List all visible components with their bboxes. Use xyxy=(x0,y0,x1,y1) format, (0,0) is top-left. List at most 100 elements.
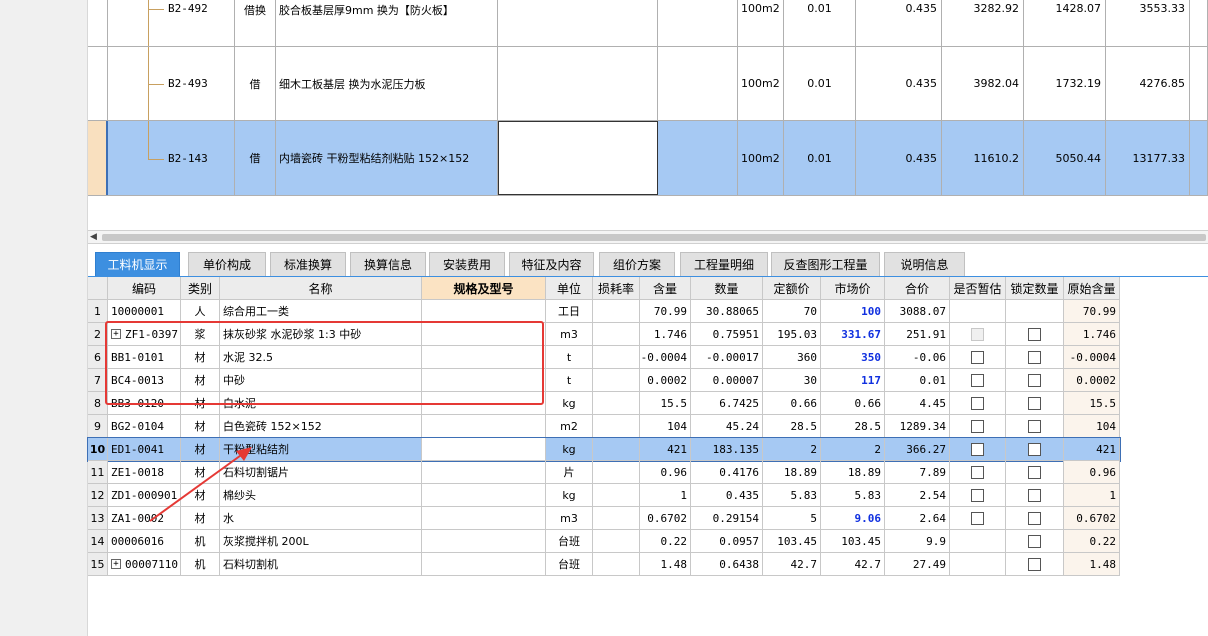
cell-lock xyxy=(1006,346,1064,369)
header-name[interactable]: 名称 xyxy=(220,277,422,300)
tab-unit-price[interactable]: 单价构成 xyxy=(188,252,266,277)
tab-quantity-detail[interactable]: 工程量明细 xyxy=(680,252,768,277)
tab-resource-display[interactable]: 工料机显示 xyxy=(95,252,180,277)
market-value: 18.89 xyxy=(847,465,881,479)
cell-spec[interactable] xyxy=(422,461,546,484)
cell-spec[interactable] xyxy=(422,553,546,576)
provisional-checkbox[interactable] xyxy=(971,350,984,364)
unit-value: 台班 xyxy=(558,558,580,571)
quota-v2-cell: 1428.07 xyxy=(1024,0,1106,46)
cell-no: 2 xyxy=(88,323,108,346)
header-code[interactable]: 编码 xyxy=(108,277,181,300)
scrollbar-thumb[interactable] xyxy=(102,234,1206,241)
cell-name: 棉纱头 xyxy=(220,484,422,507)
horizontal-scrollbar[interactable]: ◀ xyxy=(88,230,1208,244)
resource-row[interactable]: 15 +00007110 机石料切割机 台班 1.48 0.6438 42.7 42.7 27.… xyxy=(88,553,1120,576)
tab-standard-conversion[interactable]: 标准换算 xyxy=(270,252,346,277)
cell-spec[interactable] xyxy=(422,346,546,369)
cell-spec[interactable] xyxy=(422,484,546,507)
cell-fixed: 70 xyxy=(763,300,821,323)
cell-spec[interactable] xyxy=(422,300,546,323)
cell-unit: m3 xyxy=(546,323,593,346)
quota-row[interactable]: B2-493 借 细木工板基层 换为水泥压力板 100m2 0.01 0.435 3982.… xyxy=(88,47,1208,121)
cell-est xyxy=(950,484,1006,507)
header-no[interactable] xyxy=(88,277,108,300)
lock-qty-checkbox[interactable] xyxy=(1028,511,1041,525)
quota-row[interactable]: B2-492 借换 胶合板基层厚9mm 换为【防火板】 100m2 0.01 0.435 3… xyxy=(88,0,1208,47)
quota-v1: 11610.2 xyxy=(973,151,1020,165)
tab-conversion-info[interactable]: 换算信息 xyxy=(350,252,426,277)
lock-qty-checkbox[interactable] xyxy=(1028,442,1041,456)
resource-row[interactable]: 7 BC4-0013 材 中砂 t 0.0002 0.00007 30 117 0.01 0.000… xyxy=(88,369,1120,392)
resource-row[interactable]: 1 10000001 人 综合用工一类 工日 70.99 30.88065 70 100 3088… xyxy=(88,300,1120,323)
lock-qty-checkbox[interactable] xyxy=(1028,327,1041,341)
resource-row[interactable]: 2 + ZF1-0397 浆 抹灰砂浆 水泥砂浆 1:3 中砂 m3 1.746 0.7595… xyxy=(88,323,1120,346)
tab-pricing-plan[interactable]: 组价方案 xyxy=(599,252,675,277)
quota-row-selected[interactable]: B2-143 借 内墙瓷砖 干粉型粘结剂粘贴 152×152 100m2 0.01 0.4… xyxy=(88,121,1208,196)
lock-qty-checkbox[interactable] xyxy=(1028,396,1041,410)
market-value: 350 xyxy=(861,350,881,364)
provisional-checkbox[interactable] xyxy=(971,442,984,456)
header-fixed[interactable]: 定额价 xyxy=(763,277,821,300)
orig-value: 1.746 xyxy=(1082,327,1116,341)
cell-spec[interactable] xyxy=(422,392,546,415)
header-total[interactable]: 合价 xyxy=(885,277,950,300)
header-unit[interactable]: 单位 xyxy=(546,277,593,300)
cell-spec[interactable] xyxy=(422,415,546,438)
qty-value: 183.135 xyxy=(712,442,759,456)
scroll-left-icon[interactable]: ◀ xyxy=(90,232,97,242)
header-orig[interactable]: 原始含量 xyxy=(1064,277,1120,300)
cell-orig: 0.22 xyxy=(1064,530,1120,553)
lock-qty-checkbox[interactable] xyxy=(1028,557,1041,571)
lock-qty-checkbox[interactable] xyxy=(1028,419,1041,433)
provisional-checkbox[interactable] xyxy=(971,488,984,502)
cell-spec[interactable] xyxy=(422,507,546,530)
cell-spec[interactable] xyxy=(422,369,546,392)
header-loss[interactable]: 损耗率 xyxy=(593,277,640,300)
unit-value: 台班 xyxy=(558,535,580,548)
provisional-checkbox[interactable] xyxy=(971,373,984,387)
resource-row[interactable]: 13 ZA1-0002 材 水 m3 0.6702 0.29154 5 9.06 2.64 0.67… xyxy=(88,507,1120,530)
resource-row[interactable]: 12 ZD1-000901 材 棉纱头 kg 1 0.435 5.83 5.83 2.54 1 xyxy=(88,484,1120,507)
lock-qty-checkbox[interactable] xyxy=(1028,488,1041,502)
provisional-checkbox[interactable] xyxy=(971,511,984,525)
provisional-checkbox[interactable] xyxy=(971,396,984,410)
lock-qty-checkbox[interactable] xyxy=(1028,465,1041,479)
tree-branch xyxy=(148,84,164,85)
header-spec[interactable]: 规格及型号 xyxy=(422,277,546,300)
resource-row[interactable]: 8 BB3-0120 材 白水泥 kg 15.5 6.7425 0.66 0.66 4.45 15.… xyxy=(88,392,1120,415)
header-content[interactable]: 含量 xyxy=(640,277,691,300)
cell-qty: 0.29154 xyxy=(691,507,763,530)
lock-qty-checkbox[interactable] xyxy=(1028,373,1041,387)
expand-icon[interactable]: + xyxy=(111,559,121,569)
header-lock[interactable]: 锁定数量 xyxy=(1006,277,1064,300)
quota-qty-cell: 0.435 xyxy=(856,121,942,195)
lock-qty-checkbox[interactable] xyxy=(1028,534,1041,548)
resource-row[interactable]: 14 00006016 机 灰浆搅拌机 200L 台班 0.22 0.0957 103.45 1… xyxy=(88,530,1120,553)
cell-spec[interactable] xyxy=(422,438,546,461)
cell-no: 14 xyxy=(88,530,108,553)
tab-description[interactable]: 说明信息 xyxy=(884,252,965,277)
resource-row-selected[interactable]: 10 ED1-0041 材 干粉型粘结剂 kg 421 183.135 2 2 366.27 421 xyxy=(87,437,1121,462)
header-cat[interactable]: 类别 xyxy=(181,277,220,300)
tab-reverse-graphic[interactable]: 反查图形工程量 xyxy=(771,252,880,277)
provisional-checkbox[interactable] xyxy=(971,465,984,479)
header-qty[interactable]: 数量 xyxy=(691,277,763,300)
header-est[interactable]: 是否暂估 xyxy=(950,277,1006,300)
resource-row[interactable]: 6 BB1-0101 材 水泥 32.5 t -0.0004 -0.00017 360 350 -… xyxy=(88,346,1120,369)
lock-qty-checkbox[interactable] xyxy=(1028,350,1041,364)
total-value: 0.01 xyxy=(919,373,947,387)
cell-code: 00006016 xyxy=(108,530,181,553)
provisional-checkbox[interactable] xyxy=(971,419,984,433)
expand-icon[interactable]: + xyxy=(111,329,121,339)
cell-spec[interactable] xyxy=(422,323,546,346)
quota-v1-cell: 3982.04 xyxy=(942,47,1024,120)
resource-row[interactable]: 11 ZE1-0018 材 石料切割锯片 片 0.96 0.4176 18.89 18.89 7.… xyxy=(88,461,1120,484)
cell-loss xyxy=(593,438,640,461)
cell-no: 13 xyxy=(88,507,108,530)
resource-row[interactable]: 9 BG2-0104 材 白色瓷砖 152×152 m2 104 45.24 28.5 28.5… xyxy=(88,415,1120,438)
cell-spec[interactable] xyxy=(422,530,546,553)
tab-features[interactable]: 特征及内容 xyxy=(509,252,594,277)
header-market[interactable]: 市场价 xyxy=(821,277,885,300)
tab-install-fee[interactable]: 安装费用 xyxy=(429,252,505,277)
